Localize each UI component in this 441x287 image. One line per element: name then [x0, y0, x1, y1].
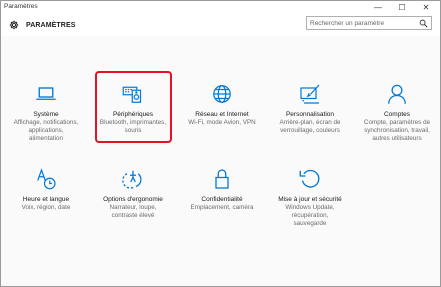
- category-desc: Compte, paramètres de: [363, 119, 431, 126]
- category-name: Options d'ergonomie: [103, 196, 163, 203]
- category-desc: autres utilisateurs: [372, 135, 422, 142]
- category-desc: verrouillage, couleurs: [280, 127, 340, 134]
- category-reseau[interactable]: Réseau et Internet Wi-Fi, mode Avion, VP…: [182, 82, 262, 127]
- category-personnalisation[interactable]: Personnalisation Arrière-plan, écran de …: [270, 82, 350, 135]
- category-comptes[interactable]: Comptes Compte, paramètres de synchronis…: [357, 82, 437, 143]
- category-mise-a-jour[interactable]: Mise à jour et sécurité Windows Update, …: [270, 167, 350, 228]
- category-desc: Windows Update,: [285, 204, 335, 211]
- category-name: Confidentialité: [201, 196, 243, 203]
- category-name: Comptes: [383, 111, 410, 118]
- paintbrush-icon: [300, 84, 320, 104]
- maximize-button[interactable]: ☐: [394, 2, 410, 13]
- category-name: Mise à jour et sécurité: [278, 196, 342, 203]
- category-name: Périphériques: [112, 111, 154, 118]
- lock-icon: [215, 169, 229, 189]
- category-ergonomie[interactable]: Options d'ergonomie Narrateur, loupe, co…: [93, 167, 173, 220]
- category-desc: Wi-Fi, mode Avion, VPN: [188, 119, 256, 126]
- settings-window: Paramètres — ☐ ✕ PARAMÈTRES Sy: [0, 0, 441, 287]
- window-title: Paramètres: [4, 3, 38, 10]
- category-desc: sauvegarde: [293, 220, 327, 227]
- category-desc: Voix, région, date: [21, 204, 71, 211]
- category-desc: souris: [124, 127, 142, 134]
- app-title: PARAMÈTRES: [26, 22, 76, 29]
- search-icon[interactable]: [419, 19, 428, 28]
- category-name: Personnalisation: [285, 111, 335, 118]
- person-icon: [388, 84, 406, 104]
- category-desc: Arrière-plan, écran de: [279, 119, 341, 126]
- gear-icon: [9, 20, 19, 30]
- title-bar: Paramètres — ☐ ✕: [1, 1, 440, 14]
- category-desc: applications,: [28, 127, 64, 134]
- category-confidentialite[interactable]: Confidentialité Emplacement, caméra: [182, 167, 262, 212]
- category-name: Système: [33, 111, 59, 118]
- update-icon: [299, 169, 320, 188]
- category-name: Heure et langue: [22, 196, 70, 203]
- laptop-icon: [36, 87, 56, 100]
- category-systeme[interactable]: Système Affichage, notifications, applic…: [6, 82, 86, 143]
- category-desc: Bluetooth, imprimantes,: [99, 119, 167, 126]
- category-name: Réseau et Internet: [195, 111, 249, 118]
- devices-icon: [122, 86, 142, 103]
- category-desc: contraste élevé: [111, 212, 155, 219]
- category-desc: Emplacement, caméra: [190, 204, 254, 211]
- category-peripheriques[interactable]: Périphériques Bluetooth, imprimantes, so…: [93, 82, 173, 135]
- category-desc: synchronisation, travail,: [364, 127, 430, 134]
- category-desc: Affichage, notifications,: [13, 119, 79, 126]
- time-language-icon: [37, 168, 56, 190]
- category-desc: Narrateur, loupe,: [109, 204, 157, 211]
- search-box[interactable]: [306, 16, 432, 30]
- search-input[interactable]: [310, 18, 416, 29]
- ease-of-access-icon: [122, 170, 142, 189]
- close-button[interactable]: ✕: [418, 2, 434, 13]
- category-desc: alimentation: [29, 135, 63, 142]
- category-heure-langue[interactable]: Heure et langue Voix, région, date: [6, 167, 86, 212]
- globe-icon: [213, 85, 231, 103]
- category-desc: récupération,: [291, 212, 329, 219]
- minimize-button[interactable]: —: [370, 2, 386, 13]
